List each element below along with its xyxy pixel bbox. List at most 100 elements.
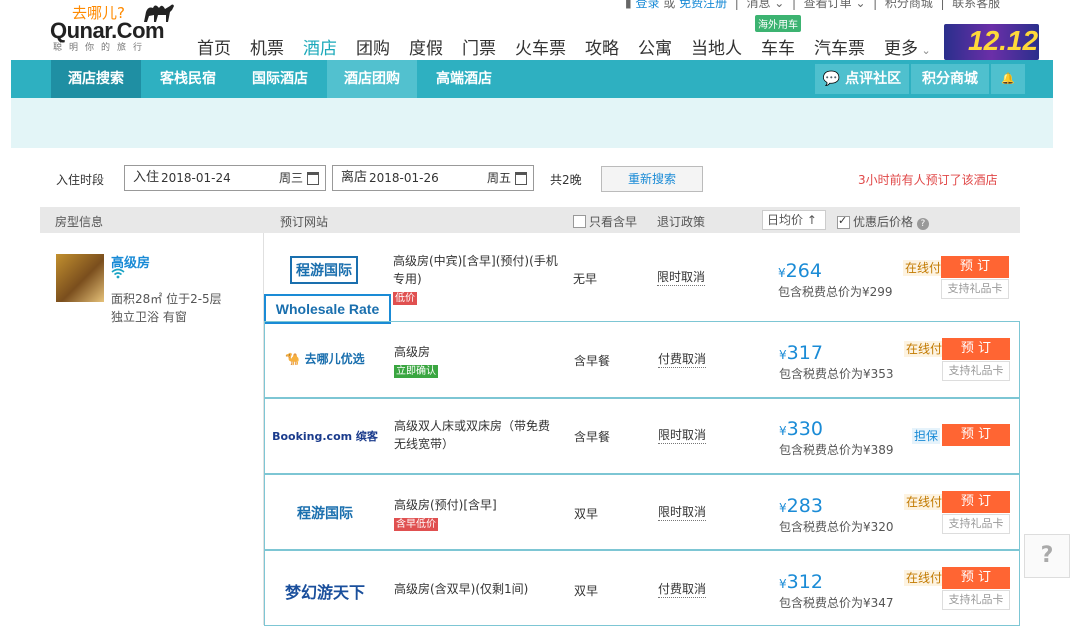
book-button[interactable]: 预 订 xyxy=(941,256,1009,278)
wholesale-rate-badge: Wholesale Rate xyxy=(264,294,391,324)
stay-period-label: 入住时段 xyxy=(56,173,105,187)
offer-title: 高级双人床或双床房（带免费无线宽带） xyxy=(394,419,551,451)
contact-service-link[interactable]: 联系客服 xyxy=(952,0,1000,10)
payment-type: 担保 xyxy=(912,428,941,444)
nav-vacation[interactable]: 度假 xyxy=(409,34,443,59)
instant-confirm-tag: 立即确认 xyxy=(394,365,438,378)
checkin-weekday: 周三 xyxy=(278,171,303,185)
site-logo-qunar-select[interactable]: 🐪 去哪儿优选 xyxy=(265,350,385,367)
recent-booking-notice: 3小时前有人预订了该酒店 xyxy=(858,173,998,187)
wifi-icon xyxy=(111,268,125,283)
site-logo-chengyou[interactable]: 程游国际 xyxy=(265,503,385,523)
offer-row: 梦幻游天下 高级房(含双早)(仅剩1间) 双早 付费取消 ¥312 包含税费总价… xyxy=(264,550,1020,626)
nav-cars[interactable]: 车车 xyxy=(761,34,795,59)
breakfast-low-price-tag: 含早低价 xyxy=(394,518,438,531)
nav-tickets[interactable]: 门票 xyxy=(462,34,496,59)
chevron-down-icon: ⌄ xyxy=(918,44,931,57)
nav-more[interactable]: 更多 ⌄ xyxy=(884,34,931,59)
points-mall-button[interactable]: 积分商城 xyxy=(911,64,989,94)
col-cancel-policy: 退订政策 xyxy=(657,215,706,229)
offer-cancel-policy[interactable]: 限时取消 xyxy=(658,428,707,444)
gift-card-badge: 支持礼品卡 xyxy=(942,361,1010,381)
tab-inns[interactable]: 客栈民宿 xyxy=(143,60,233,98)
offer-title: 高级房(含双早)(仅剩1间) xyxy=(394,582,529,596)
hotel-subnav: 酒店搜索 客栈民宿 国际酒店 酒店团购 高端酒店 💬 点评社区 积分商城 🔔 xyxy=(11,60,1053,98)
site-logo-menghuan[interactable]: 梦幻游天下 xyxy=(265,579,385,603)
offer-price: ¥264 xyxy=(778,260,822,282)
book-button[interactable]: 预 订 xyxy=(942,491,1010,513)
banner-strip xyxy=(11,98,1053,148)
offer-cancel-policy[interactable]: 限时取消 xyxy=(658,505,707,521)
discount-price-checkbox[interactable]: 优惠后价格 ? xyxy=(837,213,929,230)
book-button[interactable]: 预 订 xyxy=(942,567,1010,589)
help-icon[interactable]: ? xyxy=(916,218,929,230)
payment-type: 在线付 xyxy=(903,260,944,276)
checkin-key: 入住 xyxy=(133,170,160,185)
checkout-date-field[interactable]: 离店 2018-01-26 周五 xyxy=(332,165,534,191)
site-logo-booking[interactable]: Booking.com 缤客 xyxy=(265,428,385,444)
breakfast-filter-checkbox[interactable]: 只看含早 xyxy=(573,213,637,230)
tab-international-hotels[interactable]: 国际酒店 xyxy=(235,60,325,98)
offer-price: ¥312 xyxy=(779,571,823,593)
col-booking-site: 预订网站 xyxy=(280,215,329,229)
help-button[interactable]: ? xyxy=(1024,534,1070,578)
site-logo-chengyou[interactable]: 程游国际 xyxy=(264,256,384,284)
offer-price: ¥317 xyxy=(779,342,823,364)
book-button[interactable]: 预 订 xyxy=(942,424,1010,446)
nav-bus[interactable]: 汽车票 xyxy=(814,34,865,59)
offer-row: 🐪 去哪儿优选 高级房 立即确认 含早餐 付费取消 ¥317 包含税费总价为¥35… xyxy=(264,321,1020,398)
points-mall-link[interactable]: 积分商城 xyxy=(885,0,933,10)
nav-train[interactable]: 火车票 xyxy=(515,34,566,59)
tab-luxury-hotels[interactable]: 高端酒店 xyxy=(419,60,509,98)
nav-home[interactable]: 首页 xyxy=(197,34,231,59)
calendar-icon xyxy=(307,172,319,185)
nav-hotels[interactable]: 酒店 xyxy=(303,34,337,59)
messages-menu[interactable]: 消息 ⌄ xyxy=(746,0,784,10)
orders-menu[interactable]: 查看订单 ⌄ xyxy=(804,0,866,10)
tab-hotel-groupbuy[interactable]: 酒店团购 xyxy=(327,60,417,98)
payment-type: 在线付 xyxy=(904,494,945,510)
offer-meal: 无早 xyxy=(573,272,598,286)
offer-row: Booking.com 缤客 高级双人床或双床房（带免费无线宽带） 含早餐 限时… xyxy=(264,398,1020,474)
research-button[interactable]: 重新搜索 xyxy=(601,166,703,192)
checkout-date: 2018-01-26 xyxy=(369,171,439,185)
offer-meal: 双早 xyxy=(574,584,599,598)
bell-icon[interactable]: 🔔 xyxy=(991,64,1025,94)
low-price-tag: 低价 xyxy=(393,292,417,305)
register-link[interactable]: 免费注册 xyxy=(679,0,727,10)
overseas-car-badge: 海外用车 xyxy=(755,15,801,32)
room-description: 面积28㎡ 位于2-5层 独立卫浴 有窗 xyxy=(111,292,222,324)
checkout-weekday: 周五 xyxy=(486,171,511,185)
nav-groupbuy[interactable]: 团购 xyxy=(356,34,390,59)
offer-cancel-policy[interactable]: 付费取消 xyxy=(658,352,707,368)
checkout-key: 离店 xyxy=(341,170,368,185)
nav-locals[interactable]: 当地人 xyxy=(691,34,742,59)
promo-banner[interactable]: 12.12 xyxy=(944,24,1039,60)
review-community-button[interactable]: 💬 点评社区 xyxy=(815,64,909,94)
nav-apartments[interactable]: 公寓 xyxy=(638,34,672,59)
book-button[interactable]: 预 订 xyxy=(942,338,1010,360)
payment-type: 在线付 xyxy=(904,341,945,357)
camel-icon: 🐪 xyxy=(285,352,301,366)
gift-card-badge: 支持礼品卡 xyxy=(942,514,1010,534)
offer-cancel-policy[interactable]: 付费取消 xyxy=(658,582,707,598)
sort-by-daily-price[interactable]: 日均价 ↑ xyxy=(762,210,826,230)
col-room-info: 房型信息 xyxy=(55,215,104,229)
nav-flights[interactable]: 机票 xyxy=(250,34,284,59)
offer-meal: 含早餐 xyxy=(574,430,611,444)
offer-meal: 双早 xyxy=(574,507,599,521)
offer-total-price: 包含税费总价为¥347 xyxy=(779,596,894,610)
tab-hotel-search[interactable]: 酒店搜索 xyxy=(51,60,141,98)
offer-row: 程游国际 高级房(预付)[含早] 含早低价 双早 限时取消 ¥283 包含税费总价… xyxy=(264,474,1020,550)
offer-title: 高级房(预付)[含早] 含早低价 xyxy=(394,498,497,531)
offer-cancel-policy[interactable]: 限时取消 xyxy=(657,270,706,286)
login-link[interactable]: 登录 xyxy=(635,0,659,10)
offer-total-price: 包含税费总价为¥389 xyxy=(779,443,894,457)
offer-title: 高级房 立即确认 xyxy=(394,345,438,378)
room-thumbnail[interactable] xyxy=(56,254,104,302)
nav-guides[interactable]: 攻略 xyxy=(585,34,619,59)
logo-slogan: 聪明你的旅行 xyxy=(53,43,150,53)
nights-count: 共2晚 xyxy=(550,173,582,187)
main-nav: 首页 机票 酒店 团购 度假 门票 火车票 攻略 公寓 当地人 车车 汽车票 更… xyxy=(197,34,950,59)
checkin-date-field[interactable]: 入住 2018-01-24 周三 xyxy=(124,165,326,191)
